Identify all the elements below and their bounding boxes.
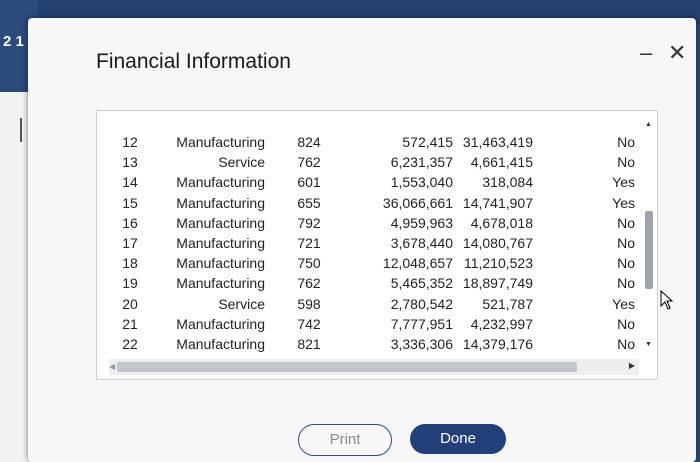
minimize-icon[interactable]: – [640,40,652,66]
flag-cell: Yes [612,194,635,211]
amount-b-cell: 318,084 [482,174,533,191]
table-row: 14 Manufacturing 601 1,553,040 318,084 Yes [97,173,637,193]
amount-a-cell: 572,415 [402,134,453,150]
employees-cell: 750 [297,255,321,272]
flag-cell: No [617,154,635,171]
financial-info-dialog: Financial Information – ✕ 12 Manufacturin… [28,18,696,462]
vertical-scrollbar[interactable]: ▲ ▼ [644,117,654,357]
flag-cell: No [617,315,635,332]
data-table: 12 Manufacturing 824 572,415 31,463,419 No 13 S… [96,110,658,380]
employees-cell: 762 [297,154,321,171]
flag-cell: Yes [612,295,635,312]
sector-cell: Service [218,154,265,171]
amount-b-cell: 4,661,415 [470,154,533,171]
employees-cell: 742 [297,315,321,332]
sector-cell: Manufacturing [176,235,265,251]
employees-cell: 821 [297,336,321,352]
amount-b-cell: 521,787 [482,295,533,312]
scroll-left-icon[interactable]: ◀ [109,362,115,371]
amount-b-cell: 14,741,907 [462,194,533,211]
table-row: 22 Manufacturing 821 3,336,306 14,379,176 No [97,335,637,355]
print-button[interactable]: Print [298,424,392,456]
employees-cell: 598 [297,295,321,312]
flag-cell: No [617,275,635,292]
horizontal-scroll-thumb[interactable] [117,362,577,372]
amount-a-cell: 36,066,661 [382,194,453,211]
amount-b-cell: 31,463,419 [462,134,533,150]
employees-cell: 792 [297,214,321,231]
sector-cell: Manufacturing [176,194,265,211]
table-row: 18 Manufacturing 750 12,048,657 11,210,523 No [97,254,637,274]
table-row: 12 Manufacturing 824 572,415 31,463,419 No [97,133,637,153]
employees-cell: 824 [297,134,321,150]
table-row: 16 Manufacturing 792 4,959,963 4,678,018 No [97,214,637,234]
amount-b-cell: 14,379,176 [462,336,533,352]
scroll-thumb[interactable] [645,211,653,289]
dialog-title: Financial Information [96,50,291,73]
amount-b-cell: 4,678,018 [470,214,533,231]
row-number: 22 [122,336,138,352]
table-row: 20 Service 598 2,780,542 521,787 Yes [97,295,637,315]
table-row: 19 Manufacturing 762 5,465,352 18,897,749 No [97,274,637,294]
row-number: 18 [122,255,138,272]
amount-b-cell: 4,232,997 [470,315,533,332]
row-number: 12 [122,134,138,150]
employees-cell: 721 [297,235,321,251]
horizontal-scrollbar[interactable]: ◀ ▶ [109,359,639,375]
amount-a-cell: 12,048,657 [382,255,453,272]
table-row: 13 Service 762 6,231,357 4,661,415 No [97,153,637,173]
row-number: 13 [122,154,138,171]
flag-cell: No [617,235,635,251]
amount-a-cell: 5,465,352 [390,275,453,292]
flag-cell: No [617,134,635,150]
sector-cell: Manufacturing [176,275,265,292]
employees-cell: 655 [297,194,321,211]
amount-b-cell: 11,210,523 [463,255,533,272]
sector-cell: Manufacturing [176,315,265,332]
row-number: 15 [122,194,138,211]
done-button[interactable]: Done [410,424,506,454]
row-number: 17 [122,235,138,251]
row-number: 14 [122,174,138,191]
amount-a-cell: 4,959,963 [390,214,453,231]
row-number: 21 [122,315,138,332]
sector-cell: Manufacturing [176,255,265,272]
sector-cell: Manufacturing [176,174,265,191]
amount-a-cell: 3,678,440 [390,235,453,251]
flag-cell: No [617,336,635,352]
sector-cell: Manufacturing [176,134,265,150]
question-number: 2 1 [3,33,24,50]
mouse-pointer-icon [660,290,674,310]
amount-a-cell: 1,553,040 [390,174,453,191]
amount-b-cell: 14,080,767 [462,235,533,251]
flag-cell: No [617,214,635,231]
scroll-down-icon[interactable]: ▼ [645,341,652,348]
row-number: 16 [122,214,138,231]
amount-b-cell: 18,897,749 [462,275,533,292]
amount-a-cell: 2,780,542 [390,295,453,312]
row-number: 20 [122,295,138,312]
table-row: 21 Manufacturing 742 7,777,951 4,232,997 No [97,315,637,335]
table-row: 17 Manufacturing 721 3,678,440 14,080,767 No [97,234,637,254]
amount-a-cell: 6,231,357 [390,154,453,171]
flag-cell: No [617,255,635,272]
amount-a-cell: 3,336,306 [390,336,453,352]
scroll-up-icon[interactable]: ▲ [645,121,652,128]
scroll-right-icon[interactable]: ▶ [629,361,635,370]
sector-cell: Service [218,295,265,312]
table-row: 15 Manufacturing 655 36,066,661 14,741,907 Ye… [97,194,637,214]
close-icon[interactable]: ✕ [668,40,686,66]
sector-cell: Manufacturing [176,214,265,231]
text-cursor [20,118,22,142]
sector-cell: Manufacturing [176,336,265,352]
amount-a-cell: 7,777,951 [390,315,453,332]
employees-cell: 601 [297,174,321,191]
employees-cell: 762 [297,275,321,292]
row-number: 19 [122,275,138,292]
flag-cell: Yes [612,174,635,191]
